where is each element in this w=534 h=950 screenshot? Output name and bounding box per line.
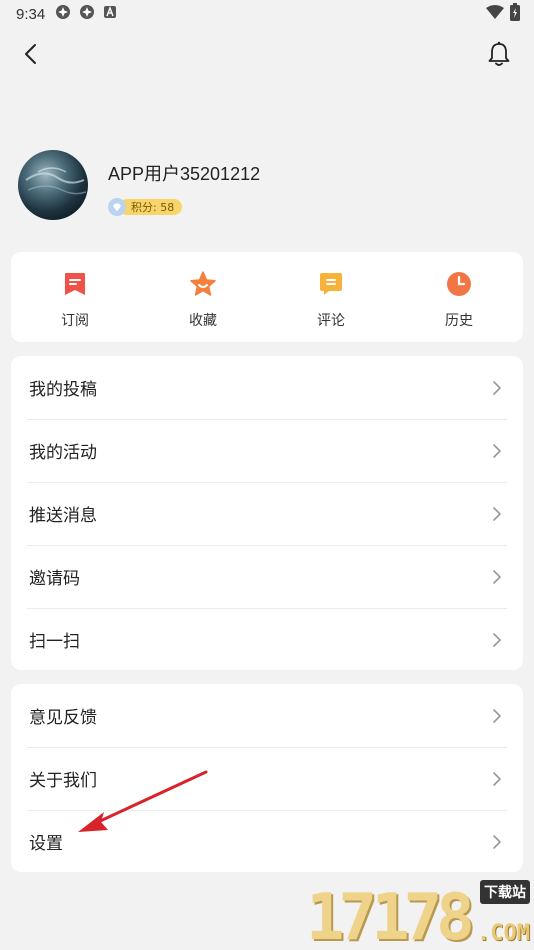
app-notification-icon xyxy=(79,4,95,24)
avatar[interactable] xyxy=(18,150,88,220)
menu-item-label: 设置 xyxy=(29,834,63,854)
bell-icon xyxy=(488,41,510,66)
menu-item-label: 意见反馈 xyxy=(29,708,97,728)
chevron-right-icon xyxy=(493,443,501,458)
comment-icon xyxy=(320,273,342,295)
menu-item-my-submissions[interactable]: 我的投稿 xyxy=(11,356,523,419)
quick-actions-card: 订阅 收藏 评论 历史 xyxy=(11,252,523,342)
app-notification-icon xyxy=(55,4,71,24)
watermark-logo: 17178 下载站 .COM xyxy=(306,878,532,950)
clock-icon xyxy=(447,272,471,296)
menu-item-about-us[interactable]: 关于我们 xyxy=(11,747,523,810)
menu-item-scan[interactable]: 扫一扫 xyxy=(11,608,523,671)
watermark-digits: 17178 xyxy=(306,881,475,950)
menu-item-feedback[interactable]: 意见反馈 xyxy=(11,684,523,747)
points-badge[interactable]: 积分: 58 xyxy=(108,198,183,216)
menu-item-my-activities[interactable]: 我的活动 xyxy=(11,419,523,482)
chevron-right-icon xyxy=(493,708,501,723)
menu-item-label: 我的投稿 xyxy=(29,380,97,400)
quick-action-comments[interactable]: 评论 xyxy=(267,252,395,342)
menu-card-primary: 我的投稿 我的活动 推送消息 邀请码 扫一扫 xyxy=(11,356,523,670)
chevron-right-icon xyxy=(493,632,501,647)
chevron-right-icon xyxy=(493,506,501,521)
back-button[interactable] xyxy=(16,38,44,70)
status-bar: 9:34 xyxy=(0,0,534,28)
diamond-icon xyxy=(108,198,126,216)
points-label: 积分: 58 xyxy=(119,199,183,215)
menu-item-settings[interactable]: 设置 xyxy=(11,810,523,873)
quick-action-history[interactable]: 历史 xyxy=(395,252,523,342)
menu-item-label: 我的活动 xyxy=(29,443,97,463)
star-icon xyxy=(190,271,216,296)
quick-action-subscribe[interactable]: 订阅 xyxy=(11,252,139,342)
quick-action-label: 历史 xyxy=(445,313,473,329)
battery-icon xyxy=(510,3,520,25)
watermark-tag: 下载站 xyxy=(480,880,530,904)
menu-item-label: 扫一扫 xyxy=(29,632,80,652)
chevron-right-icon xyxy=(493,380,501,395)
notification-button[interactable] xyxy=(484,38,514,70)
chevron-right-icon xyxy=(493,834,501,849)
watermark-suffix: .COM xyxy=(477,921,530,946)
top-nav xyxy=(0,34,534,74)
quick-action-label: 订阅 xyxy=(61,313,89,329)
menu-item-invite-code[interactable]: 邀请码 xyxy=(11,545,523,608)
status-time: 9:34 xyxy=(16,5,46,23)
menu-item-label: 邀请码 xyxy=(29,569,80,589)
chevron-right-icon xyxy=(493,569,501,584)
menu-item-push-messages[interactable]: 推送消息 xyxy=(11,482,523,545)
quick-action-favorites[interactable]: 收藏 xyxy=(139,252,267,342)
chevron-right-icon xyxy=(493,771,501,786)
menu-item-label: 关于我们 xyxy=(29,771,97,791)
keyboard-notification-icon xyxy=(103,5,117,23)
profile-header: APP用户35201212 积分: 58 xyxy=(18,150,518,222)
quick-action-label: 收藏 xyxy=(189,313,217,329)
username: APP用户35201212 xyxy=(108,164,261,184)
wifi-icon xyxy=(486,4,504,24)
back-arrow-icon xyxy=(25,44,36,64)
quick-action-label: 评论 xyxy=(317,313,345,329)
subscribe-icon xyxy=(65,273,85,295)
menu-item-label: 推送消息 xyxy=(29,506,97,526)
menu-card-secondary: 意见反馈 关于我们 设置 xyxy=(11,684,523,872)
